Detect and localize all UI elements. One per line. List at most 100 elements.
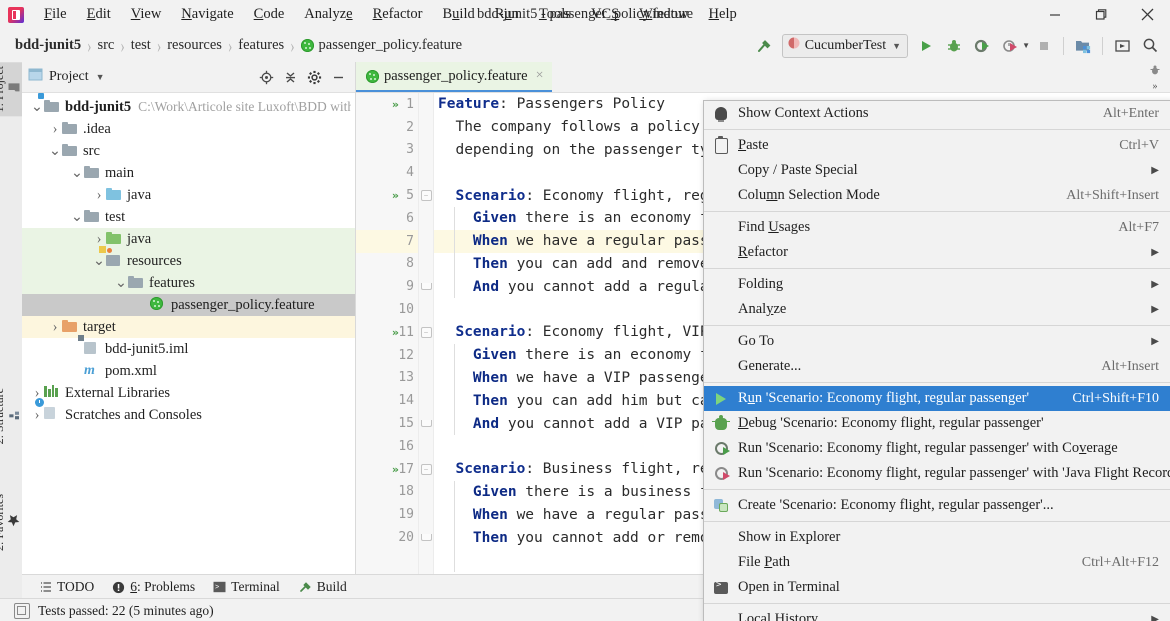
profiler-dropdown-icon[interactable]: ▼ — [1022, 41, 1030, 50]
run-configuration-selector[interactable]: CucumberTest ▼ — [781, 33, 909, 58]
debug-button[interactable] — [941, 33, 967, 59]
menu-item-debug-scenario[interactable]: Debug 'Scenario: Economy flight, regular… — [704, 411, 1170, 436]
tree-item-external-libraries[interactable]: › External Libraries — [22, 382, 355, 404]
collapse-all-icon[interactable] — [279, 66, 301, 88]
menu-item-open-in-terminal[interactable]: Open in Terminal — [704, 575, 1170, 600]
menu-navigate[interactable]: Navigate — [171, 2, 243, 27]
menu-item-run-with-jfr[interactable]: Run 'Scenario: Economy flight, regular p… — [704, 461, 1170, 486]
tree-item-passenger-policy-feature[interactable]: › passenger_policy.feature — [22, 294, 355, 316]
menu-item-file-path[interactable]: File Path Ctrl+Alt+F12 — [704, 550, 1170, 575]
bottom-item-todo[interactable]: TODO — [40, 579, 94, 595]
fold-collapse-icon[interactable]: − — [420, 463, 432, 475]
tree-item-main-java[interactable]: › java — [22, 184, 355, 206]
breadcrumb-item-resources[interactable]: resources — [162, 37, 227, 54]
menu-help[interactable]: Help — [699, 2, 747, 27]
sidebar-item-favorites[interactable]: 2: Favorites — [0, 490, 22, 555]
sidebar-item-structure[interactable]: 2: Structure — [0, 384, 22, 448]
run-button[interactable] — [913, 33, 939, 59]
maximize-icon[interactable] — [1078, 0, 1124, 29]
run-gutter-icon[interactable]: » — [392, 189, 399, 202]
menu-edit[interactable]: Edit — [77, 2, 121, 27]
menu-item-find-usages[interactable]: Find Usages Alt+F7 — [704, 215, 1170, 240]
status-panel-icon[interactable] — [14, 602, 30, 619]
editor-gutter[interactable]: » 1 2 3 4 » 5 6 7 8 9 10 » 11 12 13 14 15 1… — [356, 93, 419, 575]
chevron-down-icon[interactable]: ⌄ — [48, 143, 62, 159]
tree-item-bdd-junit5[interactable]: ⌄ bdd-junit5 C:\Work\Articole site Luxof… — [22, 96, 355, 118]
menu-item-column-selection-mode[interactable]: Column Selection Mode Alt+Shift+Insert — [704, 183, 1170, 208]
breadcrumb-item-file[interactable]: passenger_policy.feature — [296, 37, 468, 54]
menu-item-show-context-actions[interactable]: Show Context Actions Alt+Enter — [704, 101, 1170, 126]
run-gutter-icon[interactable]: » — [392, 463, 399, 476]
run-gutter-icon[interactable]: » — [392, 98, 399, 111]
menu-item-local-history[interactable]: Local History ▶ — [704, 607, 1170, 621]
chevron-down-icon[interactable]: ▼ — [892, 41, 901, 51]
chevron-right-icon[interactable]: › — [92, 231, 106, 247]
menu-refactor[interactable]: Refactor — [363, 2, 433, 27]
chevron-down-icon[interactable]: ⌄ — [70, 209, 84, 225]
profiler-button[interactable] — [997, 33, 1023, 59]
bottom-item-terminal[interactable]: > Terminal — [213, 579, 280, 595]
menu-vcs[interactable]: VCS — [581, 2, 629, 27]
chevron-down-icon[interactable]: ⌄ — [114, 275, 128, 291]
menu-view[interactable]: View — [121, 2, 172, 27]
breadcrumb-item-project[interactable]: bdd-junit5 — [10, 37, 86, 54]
chevron-right-icon[interactable]: › — [30, 407, 44, 423]
close-icon[interactable] — [1124, 0, 1170, 29]
menu-item-go-to[interactable]: Go To ▶ — [704, 329, 1170, 354]
menu-item-refactor[interactable]: Refactor ▶ — [704, 240, 1170, 265]
menu-item-create-configuration[interactable]: Create 'Scenario: Economy flight, regula… — [704, 493, 1170, 518]
menu-tools[interactable]: Tools — [529, 2, 581, 27]
fold-collapse-icon[interactable]: − — [420, 326, 432, 338]
tree-item-main[interactable]: ⌄ main — [22, 162, 355, 184]
menu-analyze[interactable]: Analyze — [294, 2, 362, 27]
run-gutter-icon[interactable]: » — [392, 326, 399, 339]
tree-item-target[interactable]: › target — [22, 316, 355, 338]
run-with-coverage-button[interactable] — [969, 33, 995, 59]
breadcrumb-item-test[interactable]: test — [126, 37, 156, 54]
chevron-right-icon[interactable]: » — [1153, 81, 1158, 92]
menu-item-generate[interactable]: Generate... Alt+Insert — [704, 354, 1170, 379]
inspections-icon[interactable] — [1149, 63, 1161, 81]
menu-item-run-scenario[interactable]: Run 'Scenario: Economy flight, regular p… — [704, 386, 1170, 411]
menu-item-show-in-explorer[interactable]: Show in Explorer — [704, 525, 1170, 550]
menu-item-copy-paste-special[interactable]: Copy / Paste Special ▶ — [704, 158, 1170, 183]
tree-item-test[interactable]: ⌄ test — [22, 206, 355, 228]
close-icon[interactable]: × — [536, 68, 544, 84]
menu-item-run-with-coverage[interactable]: Run 'Scenario: Economy flight, regular p… — [704, 436, 1170, 461]
chevron-down-icon[interactable]: ⌄ — [70, 165, 84, 181]
tab-passenger-policy-feature[interactable]: passenger_policy.feature × — [356, 62, 552, 92]
menu-run[interactable]: Run — [485, 2, 529, 27]
fold-collapse-icon[interactable]: − — [420, 190, 432, 202]
menu-item-paste[interactable]: Paste Ctrl+V — [704, 133, 1170, 158]
chevron-down-icon[interactable]: ⌄ — [30, 99, 44, 115]
chevron-right-icon[interactable]: › — [48, 121, 62, 137]
chevron-down-icon[interactable]: ⌄ — [92, 253, 106, 269]
fold-end-icon[interactable] — [420, 534, 432, 542]
chevron-down-icon[interactable]: ▼ — [96, 72, 105, 82]
menu-build[interactable]: Build — [433, 2, 485, 27]
chevron-right-icon[interactable]: › — [92, 187, 106, 203]
build-hammer-icon[interactable] — [751, 33, 777, 59]
hide-panel-icon[interactable] — [327, 66, 349, 88]
tree-item-test-java[interactable]: › java — [22, 228, 355, 250]
bottom-item-problems[interactable]: 6: Problems — [112, 579, 195, 595]
tree-item-scratches-and-consoles[interactable]: › Scratches and Consoles — [22, 398, 355, 426]
tree-item-src[interactable]: ⌄ src — [22, 140, 355, 162]
minimize-icon[interactable] — [1032, 0, 1078, 29]
locate-file-icon[interactable] — [255, 66, 277, 88]
tree-item-pom-xml[interactable]: › m pom.xml — [22, 360, 355, 382]
tree-item-resources[interactable]: ⌄ resources — [22, 246, 355, 272]
gear-icon[interactable] — [303, 66, 325, 88]
update-project-icon[interactable] — [1070, 33, 1096, 59]
bottom-item-build[interactable]: Build — [298, 579, 347, 595]
chevron-right-icon[interactable]: › — [48, 319, 62, 335]
editor-context-menu[interactable]: Show Context Actions Alt+Enter Paste Ctr… — [703, 100, 1170, 621]
editor-fold-column[interactable]: − − − — [419, 93, 434, 575]
tree-item-features[interactable]: ⌄ features — [22, 272, 355, 294]
tree-item-idea[interactable]: › .idea — [22, 118, 355, 140]
tree-item-iml[interactable]: › bdd-junit5.iml — [22, 335, 355, 360]
sidebar-item-project[interactable]: 1: Project — [0, 62, 22, 117]
preview-icon[interactable] — [1109, 33, 1135, 59]
menu-item-analyze[interactable]: Analyze ▶ — [704, 297, 1170, 322]
fold-end-icon[interactable] — [420, 283, 432, 291]
